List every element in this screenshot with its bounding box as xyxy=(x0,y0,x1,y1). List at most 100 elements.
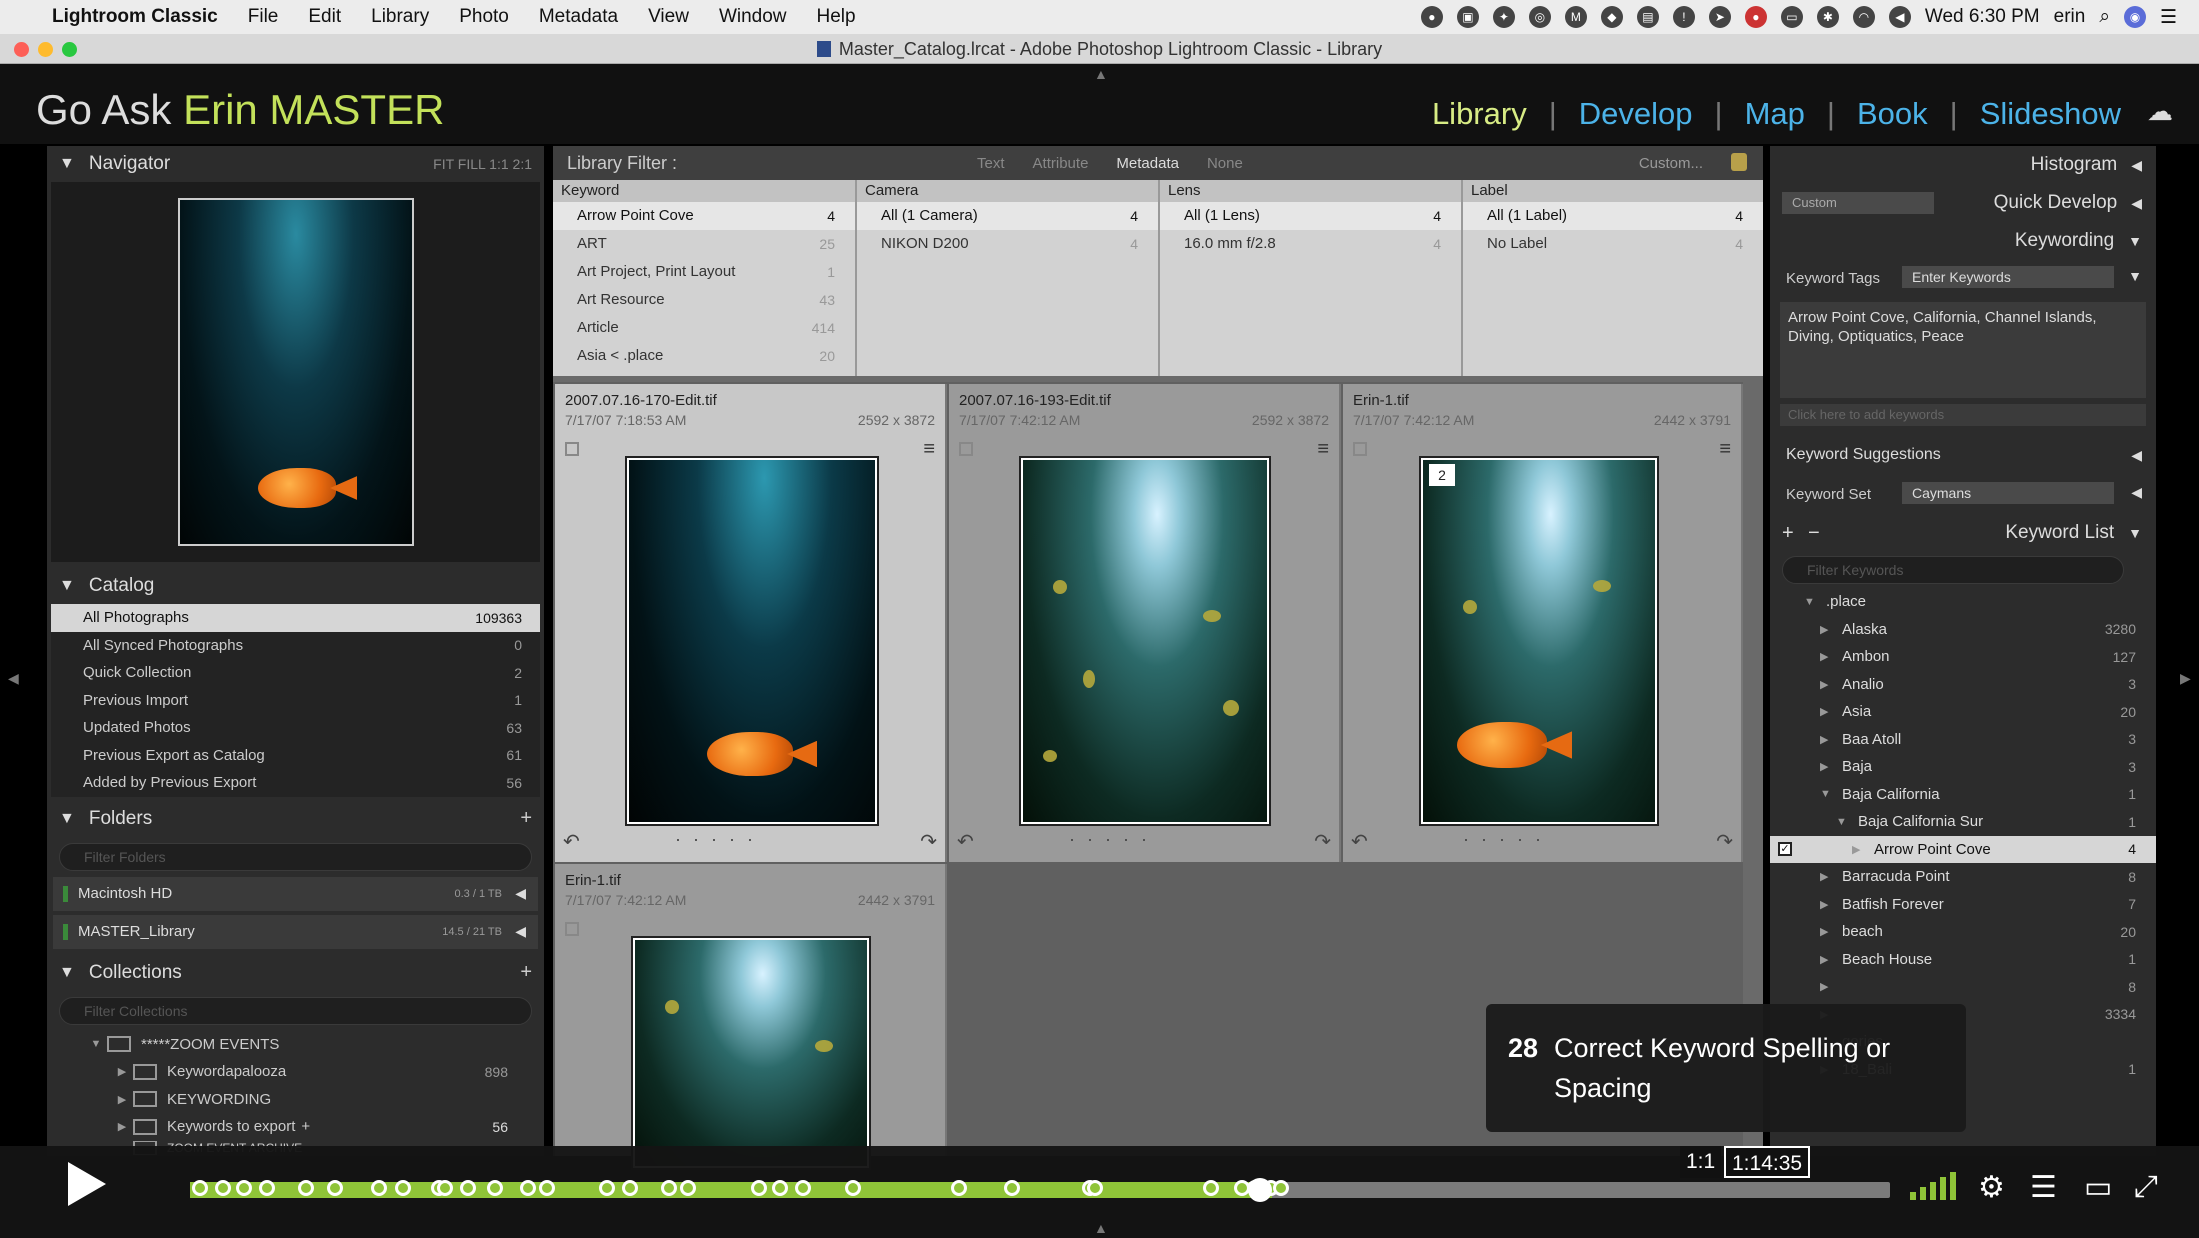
keyword-suggestions-header[interactable]: Keyword Suggestions ◀ xyxy=(1770,436,2156,474)
expand-icon[interactable]: ▶ xyxy=(1820,705,1828,718)
lock-icon[interactable] xyxy=(1731,153,1747,171)
zoom-window-button[interactable] xyxy=(62,42,77,57)
chapter-marker[interactable] xyxy=(459,1180,476,1196)
play-button[interactable] xyxy=(68,1162,110,1212)
app-menu[interactable]: Lightroom Classic xyxy=(52,6,218,28)
fullscreen-icon[interactable]: ⤢ xyxy=(2134,1170,2158,1204)
menu-window[interactable]: Window xyxy=(719,6,787,28)
metadata-row[interactable]: NIKON D200 4 xyxy=(857,230,1158,258)
chapter-marker[interactable] xyxy=(437,1180,454,1196)
chapter-marker[interactable] xyxy=(370,1180,387,1196)
histogram-header[interactable]: Histogram ◀ xyxy=(1770,146,2156,184)
chapter-marker[interactable] xyxy=(1086,1180,1103,1196)
keyword-list-item[interactable]: ▶ Barracuda Point 8 xyxy=(1770,863,2156,891)
metadata-badge-icon[interactable]: ≡ xyxy=(923,438,935,461)
volume-master-library[interactable]: MASTER_Library 14.5 / 21 TB ◀ xyxy=(53,914,538,949)
collapse-icon[interactable]: ▼ xyxy=(2128,525,2142,541)
status-icon[interactable]: ● xyxy=(1420,6,1443,28)
clock[interactable]: Wed 6:30 PM xyxy=(1925,6,2040,28)
cloud-sync-icon[interactable]: ☁ xyxy=(2147,96,2179,128)
collection-set[interactable]: ▼ *****ZOOM EVENTS xyxy=(47,1031,544,1059)
collapse-icon[interactable]: ▼ xyxy=(59,577,75,595)
keywording-header[interactable]: Keywording ▼ xyxy=(1770,222,2156,260)
metadata-row[interactable]: Arrow Point Cove 4 xyxy=(553,202,855,230)
chapter-marker[interactable] xyxy=(680,1180,697,1196)
star-rating[interactable]: ····· xyxy=(1463,829,1553,850)
volume-control[interactable] xyxy=(1910,1172,1958,1200)
grid-cell[interactable]: Erin-1.tif 7/17/07 7:42:12 AM 2442 x 379… xyxy=(555,864,947,1170)
menu-file[interactable]: File xyxy=(248,6,279,28)
metadata-row[interactable]: 16.0 mm f/2.8 4 xyxy=(1160,230,1461,258)
expand-icon[interactable]: ▼ xyxy=(85,1038,107,1050)
keyword-list-header[interactable]: + − Keyword List ▼ xyxy=(1770,514,2156,552)
filter-none-tab[interactable]: None xyxy=(1207,155,1243,172)
keyword-list-item[interactable]: ▶ Beach House 1 xyxy=(1770,946,2156,974)
menu-photo[interactable]: Photo xyxy=(459,6,509,28)
column-header[interactable]: Camera xyxy=(857,180,1158,202)
collapse-icon[interactable]: ▼ xyxy=(1820,788,1831,800)
chapters-list-icon[interactable]: ☰ xyxy=(2030,1170,2057,1205)
volume-icon[interactable]: ◀ xyxy=(1888,6,1911,28)
user-name[interactable]: erin xyxy=(2054,6,2086,28)
keyword-list-item[interactable]: ▶ Baja 3 xyxy=(1770,753,2156,781)
catalog-item-all-synced[interactable]: All Synced Photographs 0 xyxy=(51,632,540,660)
chapter-marker[interactable] xyxy=(297,1180,314,1196)
collapse-icon[interactable]: ▼ xyxy=(2128,233,2142,249)
expand-icon[interactable]: ◀ xyxy=(2131,447,2142,464)
column-header[interactable]: Lens xyxy=(1160,180,1461,202)
expand-icon[interactable]: ▶ xyxy=(1820,623,1828,636)
chapter-marker[interactable] xyxy=(599,1180,616,1196)
chapter-marker[interactable] xyxy=(326,1180,343,1196)
module-develop[interactable]: Develop xyxy=(1579,96,1693,132)
navigator-zoom-options[interactable]: FIT FILL 1:1 2:1 xyxy=(433,156,532,172)
collapse-icon[interactable]: ▼ xyxy=(2128,268,2142,284)
quick-develop-header[interactable]: Custom Quick Develop ◀ xyxy=(1770,184,2156,222)
photo-thumbnail[interactable] xyxy=(1019,456,1271,826)
collection-item[interactable]: ▶ KEYWORDING xyxy=(47,1086,544,1114)
filter-metadata-tab[interactable]: Metadata xyxy=(1116,155,1179,172)
top-panel-toggle-icon[interactable]: ▲ xyxy=(1094,66,1108,82)
status-icon[interactable]: ! xyxy=(1672,6,1695,28)
collapse-icon[interactable]: ▼ xyxy=(1836,816,1847,828)
seek-bar-thumb[interactable] xyxy=(1247,1178,1272,1202)
keyword-list-item[interactable]: ▶ Ambon 127 xyxy=(1770,643,2156,671)
expand-icon[interactable]: ▶ xyxy=(111,1120,133,1133)
status-icon[interactable]: ▣ xyxy=(1456,6,1479,28)
chapter-marker[interactable] xyxy=(660,1180,677,1196)
collapse-icon[interactable]: ▼ xyxy=(59,155,75,173)
flag-icon[interactable] xyxy=(959,442,973,456)
airplay-icon[interactable]: ▭ xyxy=(2084,1170,2112,1205)
filter-preset-select[interactable]: Custom... xyxy=(1639,155,1703,172)
module-map[interactable]: Map xyxy=(1745,96,1805,132)
filter-keywords-input[interactable]: Filter Keywords xyxy=(1782,556,2124,584)
metadata-row[interactable]: All (1 Label) 4 xyxy=(1463,202,1763,230)
chapter-marker[interactable] xyxy=(519,1180,536,1196)
siri-icon[interactable]: ◉ xyxy=(2123,6,2146,28)
status-icon[interactable]: ➤ xyxy=(1708,6,1731,28)
navigator-header[interactable]: ▼ Navigator FIT FILL 1:1 2:1 xyxy=(47,146,544,182)
expand-icon[interactable]: ▶ xyxy=(1852,843,1860,856)
chapter-marker[interactable] xyxy=(1273,1180,1290,1196)
keyword-list-item[interactable]: ▶ Batfish Forever 7 xyxy=(1770,891,2156,919)
keyword-list-item[interactable]: ▶ Alaska 3280 xyxy=(1770,616,2156,644)
quick-develop-preset-select[interactable]: Custom xyxy=(1782,192,1934,214)
expand-icon[interactable]: ▶ xyxy=(1820,678,1828,691)
flag-icon[interactable] xyxy=(565,442,579,456)
close-window-button[interactable] xyxy=(14,42,29,57)
star-rating[interactable]: ····· xyxy=(1069,829,1159,850)
menu-edit[interactable]: Edit xyxy=(308,6,341,28)
keyword-tags-mode-select[interactable]: Enter Keywords xyxy=(1902,266,2114,288)
keyword-list-item[interactable]: ▶ Analio 3 xyxy=(1770,671,2156,699)
volume-expand-icon[interactable]: ◀ xyxy=(515,885,526,902)
collections-header[interactable]: ▼ Collections + xyxy=(47,955,544,991)
remove-keyword-icon[interactable]: − xyxy=(1808,522,1820,545)
catalog-item-updated-photos[interactable]: Updated Photos 63 xyxy=(51,714,540,742)
bluetooth-icon[interactable]: ✱ xyxy=(1816,6,1839,28)
photo-thumbnail[interactable] xyxy=(625,456,879,826)
collapse-icon[interactable]: ▼ xyxy=(59,810,75,828)
seek-bar[interactable] xyxy=(190,1178,1890,1202)
catalog-item-quick-collection[interactable]: Quick Collection 2 xyxy=(51,659,540,687)
add-collection-icon[interactable]: + xyxy=(520,961,532,984)
expand-icon[interactable]: ▶ xyxy=(1820,925,1828,938)
chapter-marker[interactable] xyxy=(621,1180,638,1196)
